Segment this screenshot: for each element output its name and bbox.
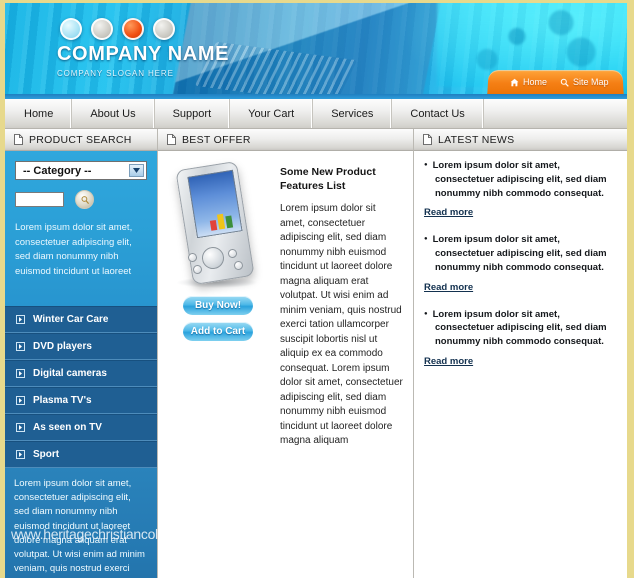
buy-now-button[interactable]: Buy Now!	[183, 296, 253, 315]
search-go-button[interactable]	[75, 190, 94, 209]
sidebar-item-dvd-players[interactable]: DVD players	[5, 332, 157, 360]
news-item: Lorem ipsum dolor sit amet, consectetuer…	[424, 233, 615, 294]
main-columns: -- Category -- Lorem ipsum dolor sit ame…	[5, 151, 627, 578]
arrow-right-glyph	[19, 451, 22, 457]
search-row	[15, 190, 147, 209]
utility-link-home[interactable]: Home	[510, 77, 548, 88]
sidebar-item-label: Digital cameras	[33, 367, 107, 379]
search-icon	[560, 78, 569, 87]
best-offer-title: Some New Product Features List	[280, 166, 376, 193]
sidebar-item-label: Sport	[33, 448, 60, 460]
arrow-right-icon	[16, 341, 25, 351]
news-item-text: Lorem ipsum dolor sit amet, consectetuer…	[424, 159, 615, 200]
utility-link-home-label: Home	[523, 77, 548, 88]
best-offer-panel: Buy Now! Add to Cart Some New Product Fe…	[157, 151, 413, 578]
logo-dots	[60, 18, 175, 40]
pda-handheld-device-image	[172, 160, 264, 289]
page-icon	[423, 134, 432, 145]
sidebar: -- Category -- Lorem ipsum dolor sit ame…	[5, 151, 183, 578]
page-icon	[167, 134, 176, 145]
dot-red-active-icon	[122, 18, 144, 40]
product-search-panel: -- Category -- Lorem ipsum dolor sit ame…	[5, 151, 157, 306]
arrow-right-icon	[16, 395, 25, 405]
home-icon	[510, 78, 520, 86]
utility-link-sitemap[interactable]: Site Map	[560, 77, 609, 87]
arrow-right-glyph	[19, 343, 22, 349]
latest-news-panel: Lorem ipsum dolor sit amet, consectetuer…	[413, 151, 627, 578]
section-header-product-search: PRODUCT SEARCH	[5, 129, 157, 151]
sidebar-footer-text-block: Lorem ipsum dolor sit amet, consectetuer…	[5, 467, 183, 578]
brand-block: COMPANY NAME COMPANY SLOGAN HERE	[57, 43, 229, 78]
nav-item-your-cart[interactable]: Your Cart	[230, 99, 314, 128]
section-header-product-search-label: PRODUCT SEARCH	[29, 133, 132, 146]
sidebar-item-plasma-tvs[interactable]: Plasma TV's	[5, 386, 157, 414]
nav-item-services[interactable]: Services	[313, 99, 393, 128]
utility-nav: Home Site Map	[487, 70, 624, 94]
chevron-down-glyph	[133, 168, 140, 173]
news-read-more-link[interactable]: Read more	[424, 282, 473, 293]
sidebar-item-as-seen-on-tv[interactable]: As seen on TV	[5, 413, 157, 441]
best-offer-content: Buy Now! Add to Cart Some New Product Fe…	[158, 151, 413, 463]
best-offer-text: Some New Product Features List Lorem ips…	[272, 161, 407, 449]
company-slogan: COMPANY SLOGAN HERE	[57, 69, 174, 78]
dot-gray-icon	[91, 18, 113, 40]
news-read-more-link[interactable]: Read more	[424, 356, 473, 367]
arrow-right-icon	[16, 368, 25, 378]
sidebar-item-label: As seen on TV	[33, 421, 102, 433]
sidebar-item-sport[interactable]: Sport	[5, 440, 157, 468]
company-name: COMPANY NAME	[57, 43, 230, 65]
add-to-cart-button[interactable]: Add to Cart	[183, 322, 253, 341]
nav-item-contact-us[interactable]: Contact Us	[392, 99, 484, 128]
section-header-latest-news: LATEST NEWS	[413, 129, 627, 151]
arrow-right-icon	[16, 314, 25, 324]
sidebar-category-links: Winter Car Care DVD players Digital came…	[5, 305, 157, 468]
section-header-row: PRODUCT SEARCH BEST OFFER LATEST NEWS	[5, 129, 627, 151]
page-icon	[14, 134, 23, 145]
best-offer-body: Lorem ipsum dolor sit amet, consectetuer…	[280, 203, 403, 447]
sidebar-blurb: Lorem ipsum dolor sit amet, consectetuer…	[15, 222, 133, 278]
site-banner: COMPANY NAME COMPANY SLOGAN HERE Home Si…	[5, 0, 627, 94]
news-item-text: Lorem ipsum dolor sit amet, consectetuer…	[424, 308, 615, 349]
news-item: Lorem ipsum dolor sit amet, consectetuer…	[424, 308, 615, 369]
sidebar-item-winter-car-care[interactable]: Winter Car Care	[5, 305, 157, 333]
search-go-icon	[81, 195, 89, 204]
arrow-right-glyph	[19, 397, 22, 403]
category-select[interactable]: -- Category --	[15, 161, 147, 180]
arrow-right-icon	[16, 449, 25, 459]
arrow-right-glyph	[19, 316, 22, 322]
arrow-right-glyph	[19, 370, 22, 376]
sidebar-item-digital-cameras[interactable]: Digital cameras	[5, 359, 157, 387]
search-input[interactable]	[15, 192, 64, 207]
nav-item-about-us[interactable]: About Us	[72, 99, 155, 128]
section-header-best-offer-label: BEST OFFER	[182, 133, 251, 146]
arrow-right-icon	[16, 422, 25, 432]
news-item-text: Lorem ipsum dolor sit amet, consectetuer…	[424, 233, 615, 274]
nav-item-home[interactable]: Home	[5, 99, 73, 128]
main-navigation: Home About Us Support Your Cart Services…	[5, 99, 627, 129]
sidebar-item-label: Plasma TV's	[33, 394, 92, 406]
news-item: Lorem ipsum dolor sit amet, consectetuer…	[424, 159, 615, 220]
section-header-latest-news-label: LATEST NEWS	[438, 133, 515, 146]
sidebar-item-label: Winter Car Care	[33, 313, 109, 325]
sidebar-footer-text: Lorem ipsum dolor sit amet, consectetuer…	[14, 477, 145, 578]
chevron-down-icon[interactable]	[129, 164, 144, 177]
news-read-more-link[interactable]: Read more	[424, 207, 473, 218]
nav-item-support[interactable]: Support	[155, 99, 231, 128]
dot-gray-icon	[153, 18, 175, 40]
utility-link-sitemap-label: Site Map	[573, 77, 610, 88]
best-offer-media: Buy Now! Add to Cart	[164, 160, 272, 449]
arrow-right-glyph	[19, 424, 22, 430]
section-header-best-offer: BEST OFFER	[157, 129, 413, 151]
sidebar-item-label: DVD players	[33, 340, 92, 352]
category-select-value: -- Category --	[23, 164, 92, 177]
page-root: COMPANY NAME COMPANY SLOGAN HERE Home Si…	[0, 0, 634, 578]
dot-blue-icon	[60, 18, 82, 40]
